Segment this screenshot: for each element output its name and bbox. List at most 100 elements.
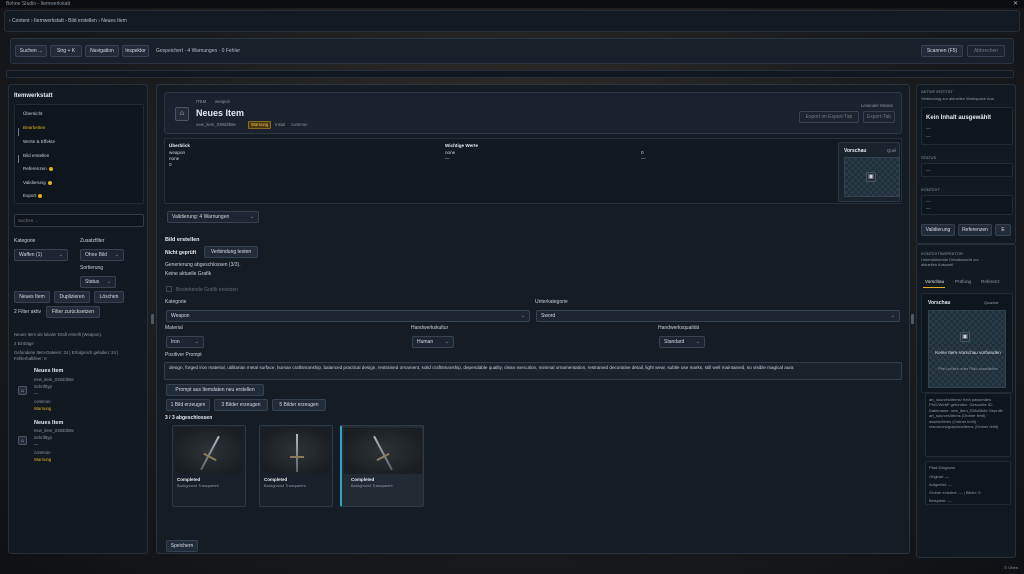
status-title: STATUS <box>921 155 937 160</box>
export-tab-button[interactable]: Export-Tab <box>863 111 895 123</box>
prompt-label: Positiver Prompt <box>165 352 202 358</box>
overview-value: 0 <box>169 162 172 167</box>
overview-value: — <box>445 156 450 161</box>
warning-badge: Warnung <box>248 121 272 129</box>
sidebar-nav: Übersicht Bearbeiten Werte & Effekte Bil… <box>14 104 144 204</box>
dash: — <box>926 199 931 204</box>
list-item-dash: — <box>34 391 39 396</box>
empty-selection: Kein Inhalt ausgewählt <box>926 115 992 121</box>
key-values-title: Wichtige Werte <box>445 143 479 148</box>
overview-value: none <box>169 156 180 161</box>
left-resize-handle[interactable] <box>151 314 154 324</box>
item-title: Neues Item <box>196 108 245 118</box>
reset-filter-button[interactable]: Filter zurücksetzen <box>46 306 100 318</box>
result-status: Completed <box>177 477 201 482</box>
inspector-panel: AKTIVE ENTITÄT Verbindung zur aktuellen … <box>916 84 1016 244</box>
overview-section: Überblick weapon none 0 Wichtige Werte n… <box>164 138 902 204</box>
context-inspector-sub: Unterstützende Detailansicht zur aktuell… <box>921 257 979 267</box>
path-info-box: art_sources/items/ Kein passendes PNG/We… <box>925 393 1011 457</box>
right-resize-handle[interactable] <box>911 314 914 324</box>
material-select[interactable]: Iron ⌄ <box>166 336 204 348</box>
item-icon: ⌂ <box>18 436 27 445</box>
item-id: new_item_038d3b8e <box>196 122 236 127</box>
tab-references[interactable]: Referenz <box>981 279 1000 284</box>
item-icon: ⌂ <box>175 107 189 121</box>
culture-label: Handwerkskultur <box>411 325 449 331</box>
cancel-button[interactable]: Abbrechen <box>967 45 1005 57</box>
path-info: art_sources/items/ Kein passendes PNG/We… <box>929 397 1004 430</box>
nav-item-validation[interactable]: Validierung <box>23 180 52 185</box>
rebuild-prompt-button[interactable]: Prompt aus Itemdaten neu erstellen <box>166 384 264 396</box>
overview-value: 0 <box>641 150 644 155</box>
replace-checkbox-label: Bestehende Grafik ersetzen <box>176 287 238 293</box>
list-item-id: new_item_038d3b8e <box>34 428 74 433</box>
sidebar-search-input[interactable] <box>14 214 144 227</box>
result-status: Completed <box>351 477 375 482</box>
inspector-button[interactable]: Inspektor <box>122 45 149 57</box>
list-item[interactable]: ⌂ Neues Item new_item_038d3b8e Schriftty… <box>18 368 138 414</box>
tab-preview[interactable]: Vorschau <box>925 279 944 284</box>
result-image <box>262 428 330 474</box>
close-icon[interactable]: ✕ <box>1013 0 1018 7</box>
result-image <box>175 428 243 474</box>
prompt-textarea[interactable]: design, forged iron material, utilitaria… <box>164 362 902 380</box>
generate-3-button[interactable]: 3 Bilder erzeugen <box>214 399 268 411</box>
result-card[interactable]: Completed Background Transparent <box>172 425 246 507</box>
category-field-label: Kategorie <box>165 299 187 305</box>
result-card-selected[interactable]: Completed Background Transparent <box>340 425 424 507</box>
references-button[interactable]: Referenzen <box>958 224 992 236</box>
item-tag-initial: Initial <box>275 122 286 127</box>
context-title: KONTEXT <box>921 187 940 192</box>
more-button[interactable]: E <box>995 224 1011 236</box>
quality-label: Handwerksqualität <box>658 325 700 331</box>
breadcrumb[interactable]: › Content › Itemwerkstatt › Bild erstell… <box>9 18 127 24</box>
replace-checkbox[interactable] <box>166 286 172 292</box>
test-connection-button[interactable]: Verbindung testen <box>204 246 258 258</box>
delete-button[interactable]: Löschen <box>94 291 124 303</box>
status-strip <box>6 70 1014 78</box>
nav-item-export[interactable]: Export <box>23 193 43 198</box>
save-button[interactable]: Speichern <box>166 540 198 552</box>
culture-select[interactable]: Human ⌄ <box>412 336 454 348</box>
sword-guard <box>290 456 304 458</box>
search-button[interactable]: Suchen ... <box>15 45 47 57</box>
result-image <box>344 428 422 474</box>
diag-line: Original: — <box>929 474 950 479</box>
export-button[interactable]: Export im Export-Tab <box>799 111 859 123</box>
dash: — <box>926 168 931 173</box>
generate-5-button[interactable]: 5 Bilder erzeugen <box>272 399 326 411</box>
result-desc: Background Transparent <box>177 484 219 488</box>
context-box: — — <box>921 195 1013 215</box>
nav-item-edit[interactable]: Bearbeiten <box>23 125 45 130</box>
result-card[interactable]: Completed Background Transparent <box>259 425 333 507</box>
navigation-button[interactable]: Navigation <box>85 45 119 57</box>
generate-1-button[interactable]: 1 Bild erzeugen <box>166 399 210 411</box>
info-line-2: 2 Einträge <box>14 341 34 346</box>
validate-button[interactable]: Validierung <box>921 224 955 236</box>
scan-button[interactable]: Scannen (F5) <box>921 45 963 57</box>
quality-select[interactable]: Standard ⌄ <box>659 336 705 348</box>
nav-item-create-image[interactable]: Bild erstellen <box>23 153 49 158</box>
active-entity-card: Kein Inhalt ausgewählt — — <box>921 107 1013 145</box>
overview-title: Überblick <box>169 143 190 148</box>
nav-item-references[interactable]: Referenzen <box>23 166 53 171</box>
sword-image <box>296 434 298 472</box>
category-field[interactable]: Weapon ⌄ <box>166 310 530 322</box>
nav-item-values[interactable]: Werte & Effekte <box>23 139 55 144</box>
validation-select[interactable]: Validierung: 4 Warnungen ⌄ <box>167 211 259 223</box>
subcategory-label: Unterkategorie <box>535 299 568 305</box>
list-item[interactable]: ⌂ Neues Item new_item_038d3b8e Schriftty… <box>18 420 138 466</box>
category-select[interactable]: Waffen (1) ⌄ <box>14 249 68 261</box>
filter-select[interactable]: Ohne Bild ⌄ <box>80 249 124 261</box>
diag-line: Aufgelöst: — <box>929 482 952 487</box>
breadcrumb-bar: › Content › Itemwerkstatt › Bild erstell… <box>4 10 1020 32</box>
sort-select[interactable]: Status ⌄ <box>80 276 116 288</box>
subcategory-field[interactable]: Sword ⌄ <box>536 310 900 322</box>
result-status: Completed <box>264 477 288 482</box>
duplicate-button[interactable]: Duplizieren <box>54 291 90 303</box>
nav-item-overview[interactable]: Übersicht <box>23 111 42 116</box>
new-item-button[interactable]: Neues Item <box>14 291 50 303</box>
tab-check[interactable]: Prüfung <box>955 279 971 284</box>
shortcut-button[interactable]: Strg + K <box>50 45 82 57</box>
item-category: weapon <box>215 99 231 104</box>
